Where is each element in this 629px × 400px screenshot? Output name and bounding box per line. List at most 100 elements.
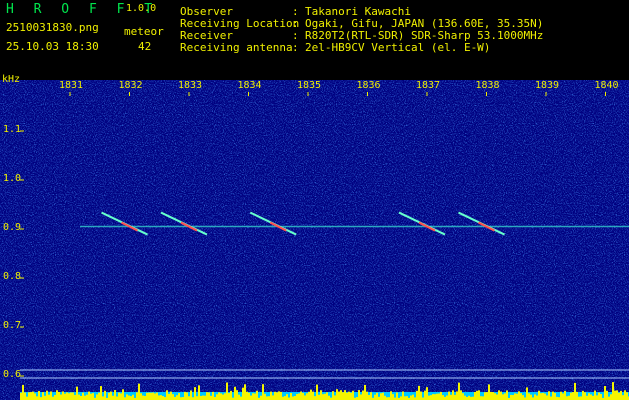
- histogram-bar: [502, 394, 504, 400]
- histogram-bar: [270, 391, 272, 400]
- histogram-bar: [608, 396, 610, 400]
- histogram-bar: [170, 391, 172, 400]
- histogram-bar: [54, 394, 56, 400]
- histogram-bar: [166, 390, 168, 400]
- histogram-bar: [162, 396, 164, 400]
- histogram-bar: [338, 391, 340, 400]
- histogram-bar: [604, 386, 606, 400]
- histogram-bar: [278, 391, 280, 400]
- histogram-bar: [268, 396, 270, 400]
- meteor-label: meteor: [124, 25, 164, 38]
- histogram-bar: [20, 392, 22, 400]
- histogram-bar: [156, 392, 158, 400]
- histogram-bar: [50, 391, 52, 400]
- histogram-bar: [194, 387, 196, 400]
- histogram-bar: [598, 392, 600, 400]
- histogram-bar: [236, 390, 238, 400]
- histogram-bar: [456, 391, 458, 400]
- header-panel: H R O F F T 1.0.0 2510031830.png 25.10.0…: [0, 0, 629, 80]
- histogram-bar: [112, 395, 114, 400]
- histogram-bar: [114, 390, 116, 400]
- histogram-bar: [430, 395, 432, 400]
- histogram-bar: [60, 394, 62, 400]
- histogram-bar: [374, 394, 376, 400]
- histogram-bar: [238, 394, 240, 400]
- histogram-bar: [70, 392, 72, 400]
- histogram-bar: [336, 389, 338, 400]
- histogram-bar: [24, 392, 26, 400]
- histogram-bar: [518, 391, 520, 400]
- histogram-bar: [392, 394, 394, 400]
- histogram-bar: [44, 395, 46, 400]
- receiver-sep: :: [292, 29, 299, 42]
- histogram-bar: [618, 392, 620, 400]
- location-label: Receiving Location: [180, 17, 300, 30]
- histogram-bar: [554, 392, 556, 400]
- histogram-bar: [200, 395, 202, 400]
- histogram-bar: [566, 396, 568, 400]
- histogram-bar: [184, 391, 186, 400]
- spectrogram-noise: [0, 80, 629, 400]
- histogram-bar: [266, 396, 268, 400]
- histogram-bar: [96, 394, 98, 400]
- histogram-bar: [360, 394, 362, 400]
- histogram-bar: [216, 394, 218, 400]
- histogram-bar: [362, 390, 364, 400]
- histogram-bar: [136, 392, 138, 400]
- histogram-bar: [56, 390, 58, 400]
- histogram-bar: [168, 393, 170, 400]
- histogram-bar: [118, 392, 120, 400]
- histogram-bar: [452, 390, 454, 400]
- histogram-bar: [254, 393, 256, 400]
- meteor-count: 42: [138, 40, 152, 53]
- histogram-bar: [122, 389, 124, 400]
- histogram-bar: [234, 386, 236, 400]
- x-tick-label: 1835: [297, 80, 322, 91]
- histogram-bar: [152, 392, 154, 400]
- observer-label: Observer: [180, 5, 233, 18]
- y-tick-label: 0.6: [3, 369, 22, 380]
- histogram-bar: [220, 393, 222, 400]
- histogram-bar: [244, 384, 246, 400]
- histogram-bar: [350, 392, 352, 400]
- histogram-bar: [230, 390, 232, 400]
- histogram-bar: [104, 390, 106, 400]
- histogram-bar: [160, 395, 162, 400]
- histogram-bar: [284, 396, 286, 400]
- histogram-bar: [624, 390, 626, 400]
- histogram-bar: [28, 392, 30, 400]
- histogram-bar: [222, 394, 224, 400]
- histogram-bar: [538, 390, 540, 400]
- histogram-bar: [498, 390, 500, 400]
- histogram-bar: [368, 394, 370, 400]
- histogram-bar: [324, 393, 326, 400]
- histogram-bar: [312, 391, 314, 400]
- histogram-bar: [262, 384, 264, 400]
- histogram-bar: [198, 385, 200, 400]
- histogram-bar: [140, 393, 142, 400]
- histogram-bar: [588, 393, 590, 400]
- y-tick-label: 1.0: [3, 173, 22, 184]
- x-tick-label: 1838: [475, 80, 500, 91]
- histogram-bar: [344, 390, 346, 400]
- histogram-bar: [512, 395, 514, 400]
- y-tick-label: 0.8: [3, 271, 22, 282]
- histogram-bar: [562, 393, 564, 400]
- histogram-bar: [482, 396, 484, 400]
- histogram-bar: [144, 395, 146, 400]
- histogram-bar: [458, 382, 460, 400]
- histogram-bar: [332, 391, 334, 400]
- histogram-bar: [614, 390, 616, 400]
- histogram-bar: [402, 391, 404, 400]
- histogram-bar: [188, 396, 190, 400]
- histogram-bar: [212, 391, 214, 400]
- histogram-bar: [520, 393, 522, 400]
- histogram-bar: [286, 394, 288, 400]
- histogram-bar: [384, 395, 386, 400]
- histogram-bar: [548, 391, 550, 400]
- histogram-bar: [574, 382, 576, 400]
- histogram-bar: [250, 395, 252, 400]
- histogram-bar: [292, 396, 294, 400]
- histogram-bar: [300, 391, 302, 400]
- histogram-bar: [352, 390, 354, 400]
